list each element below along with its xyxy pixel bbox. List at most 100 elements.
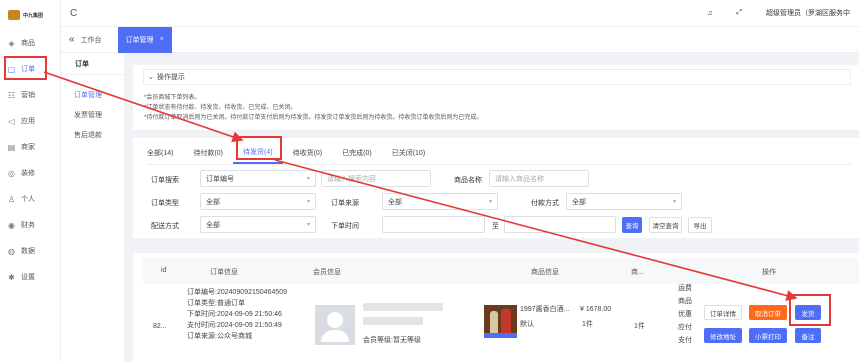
tab-workspace[interactable]: 工作台 (81, 35, 102, 45)
fee-label: 运费 (678, 285, 692, 292)
date-start-input[interactable] (382, 216, 485, 233)
tips-header[interactable]: ⌄ 操作提示 (143, 69, 851, 85)
thumb-strip (484, 333, 517, 338)
decor-icon: ◎ (8, 168, 15, 178)
date-separator: 至 (492, 223, 499, 230)
nav-item-label: 营销 (21, 92, 35, 99)
collapse-icon[interactable]: « (69, 34, 75, 45)
select-value: 全部 (388, 198, 402, 206)
order-source-label: 订单来源 (331, 200, 359, 207)
tips-line: *待付款订单取消后则为已关闭。待付款订单支付后则为待发货。待发货订单发货后则为待… (144, 115, 483, 121)
bottle-shape (501, 309, 511, 335)
nav-item-9[interactable]: ✱ 设置 (0, 264, 60, 290)
col-member-info: 会员信息 (313, 269, 341, 276)
chevron-down-icon: ▾ (488, 199, 492, 205)
order-table: id 订单信息 会员信息 商品信息 商... 操作 82... 订单编号:202… (133, 253, 859, 362)
nav-item-3[interactable]: ◁ 应用 (0, 108, 60, 134)
tips-line: *订单状态有待付款、待发货、待收货、已完成、已关闭。 (144, 105, 297, 111)
nav-item-label: 商品 (21, 40, 35, 47)
status-tab-pending-receive[interactable]: 待收货(0) (283, 142, 333, 164)
product-spec: 默认 (520, 321, 534, 328)
status-tab-closed[interactable]: 已关闭(10) (382, 142, 435, 164)
status-tab-all[interactable]: 全部(14) (147, 142, 183, 164)
main-content: ⌄ 操作提示 *会员商城下单列表。 *订单状态有待付款、待发货、待收货、已完成、… (133, 58, 859, 362)
product-name-input[interactable]: 请输入商品名称 (489, 170, 589, 187)
chevron-down-icon: ▾ (306, 199, 310, 205)
subnav-item-order-management[interactable]: 订单管理 (61, 85, 124, 105)
order-search-input[interactable]: 请输入搜索内容 (321, 170, 431, 187)
fee-label: 应付 (678, 324, 692, 331)
select-value: 订单编号 (206, 175, 234, 183)
col-actions: 操作 (762, 269, 776, 276)
pay-method-select[interactable]: 全部 ▾ (566, 193, 682, 210)
nav-item-8[interactable]: ◍ 数据 (0, 238, 60, 264)
tab-label: 订单管理 (125, 36, 154, 44)
goods-icon: ◈ (8, 38, 15, 48)
date-end-input[interactable] (504, 216, 616, 233)
highlight-box-ship-button (789, 294, 831, 326)
select-value: 全部 (572, 198, 586, 206)
settings-icon: ✱ (8, 272, 15, 282)
nav-item-4[interactable]: ▤ 商家 (0, 134, 60, 160)
input-placeholder: 请输入搜索内容 (327, 175, 376, 183)
nav-item-7[interactable]: ◉ 财务 (0, 212, 60, 238)
nav-item-label: 财务 (21, 222, 35, 229)
nav-item-6[interactable]: ♙ 个人 (0, 186, 60, 212)
brand-logo[interactable]: 中九集团 (0, 0, 60, 30)
print-receipt-button[interactable]: 小票打印 (749, 328, 787, 343)
highlight-box-pending-ship (236, 136, 282, 160)
fullscreen-icon[interactable]: ⤢ (736, 9, 742, 17)
product-price: ¥ 1678.00 (580, 306, 612, 313)
fee-label: 支付 (678, 337, 692, 344)
search-button[interactable]: 查询 (622, 217, 642, 233)
fee-label: 商品 (678, 298, 692, 305)
refresh-icon[interactable]: C (70, 8, 77, 19)
order-search-type-select[interactable]: 订单编号 ▾ (200, 170, 316, 187)
member-avatar (315, 305, 355, 345)
marketing-icon: ☷ (7, 90, 16, 100)
nav-item-label: 数据 (21, 248, 35, 255)
order-type-select[interactable]: 全部 ▾ (200, 193, 316, 210)
product-thumbnail (484, 305, 517, 338)
status-tab-completed[interactable]: 已完成(0) (332, 142, 382, 164)
fee-label: 优惠 (678, 311, 692, 318)
logo-icon (8, 10, 20, 20)
select-value: 全部 (206, 221, 220, 229)
order-detail-button[interactable]: 订单详情 (704, 305, 742, 320)
tips-body: *会员商城下单列表。 *订单状态有待付款、待发货、待收货、已完成、已关闭。 *待… (144, 93, 482, 123)
export-button[interactable]: 导出 (688, 217, 712, 233)
close-icon[interactable]: × (160, 36, 164, 43)
merchant-icon: ▤ (7, 142, 16, 152)
subnav-item-invoice[interactable]: 发票管理 (61, 105, 124, 125)
member-level: 会员等级:暂无等级 (363, 337, 421, 344)
status-tabs: 全部(14) 待付款(0) 待发货(4) 待收货(0) 已完成(0) 已关闭(1… (147, 142, 435, 164)
redacted-phone (363, 317, 423, 325)
data-icon: ◍ (8, 246, 15, 256)
bell-icon[interactable]: ♫ (707, 10, 712, 17)
tab-order-management[interactable]: 订单管理 × (117, 26, 172, 53)
tips-card: ⌄ 操作提示 *会员商城下单列表。 *订单状态有待付款、待发货、待收货、已完成、… (133, 65, 859, 130)
nav-item-0[interactable]: ◈ 商品 (0, 30, 60, 56)
nav-item-2[interactable]: ☷ 营销 (0, 82, 60, 108)
order-time: 下单时间:2024-09-09 21:50:46 (187, 311, 282, 318)
subnav-item-refund[interactable]: 售后退款 (61, 125, 124, 145)
col-order-info: 订单信息 (210, 269, 238, 276)
cancel-order-button[interactable]: 取消订单 (749, 305, 787, 320)
delivery-select[interactable]: 全部 ▾ (200, 216, 316, 233)
edit-address-button[interactable]: 修改地址 (704, 328, 742, 343)
table-row[interactable]: 82... 订单编号:202409092150464509 订单类型:普通订单 … (143, 285, 859, 362)
subnav-title: 订单 (61, 53, 124, 75)
user-menu[interactable]: 超级管理员（罗湖区服务中 (766, 8, 850, 18)
product-name[interactable]: 1997酱香白酒... (520, 304, 569, 315)
remark-button[interactable]: 备注 (795, 328, 821, 343)
nav-item-5[interactable]: ◎ 装修 (0, 160, 60, 186)
select-value: 全部 (206, 198, 220, 206)
reset-button[interactable]: 清空查询 (649, 217, 682, 233)
order-source-select[interactable]: 全部 ▾ (382, 193, 498, 210)
nav-item-label: 个人 (21, 196, 35, 203)
nav-item-label: 设置 (21, 274, 35, 281)
chevron-down-icon: ⌄ (148, 74, 154, 81)
chevron-down-icon: ▾ (672, 199, 676, 205)
status-tab-pending-pay[interactable]: 待付款(0) (183, 142, 233, 164)
main-nav: 中九集团 ◈ 商品 ▢ 订单 ☷ 营销 ◁ 应用 ▤ 商家 ◎ 装修 ♙ 个人 ◉ 财务 ◍ 数据 ✱ 设置 (0, 0, 61, 362)
